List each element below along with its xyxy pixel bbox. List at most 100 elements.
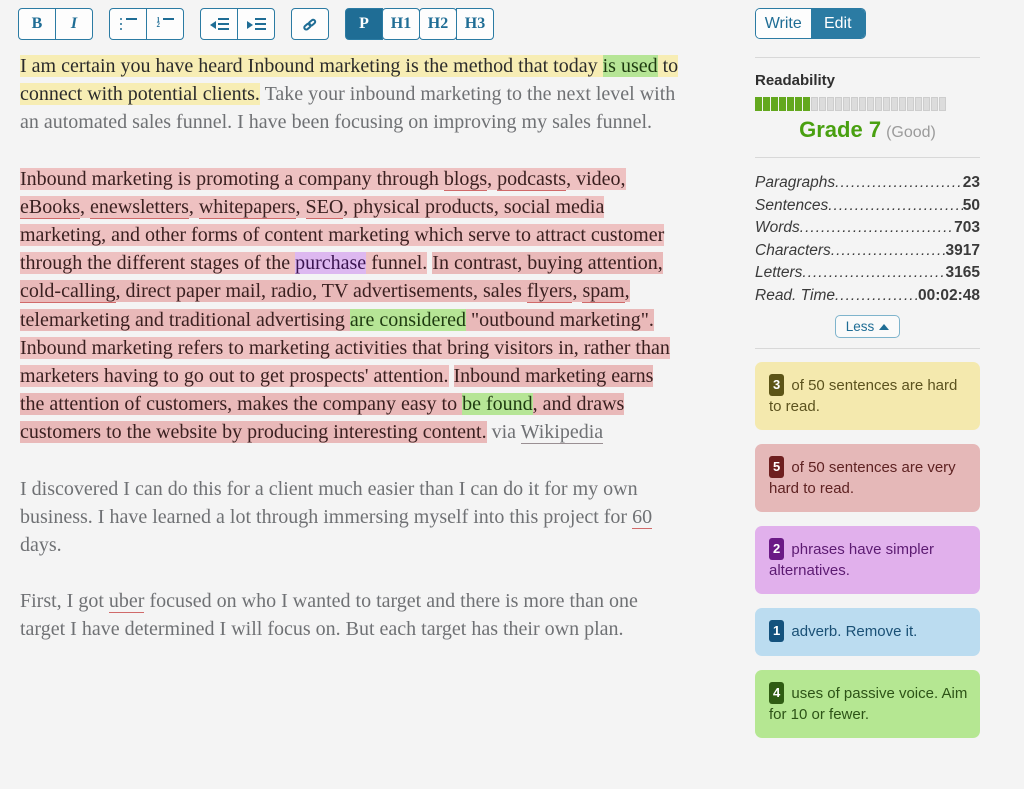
suggestion-cards: 3 of 50 sentences are hard to read. 5 of … (755, 362, 980, 738)
statistic-label: Read. Time (755, 286, 835, 304)
statistic-dots: ........................................… (835, 174, 963, 191)
bold-icon: B (31, 15, 43, 32)
readability-bar (779, 97, 786, 111)
suggestion-card-passive-voice[interactable]: 4 uses of passive voice. Aim for 10 or f… (755, 670, 980, 738)
highlighted-text-run: uber (108, 590, 145, 614)
statistic-value: 23 (962, 174, 980, 191)
statistic-value: 703 (954, 219, 980, 236)
readability-quality: (Good) (886, 124, 936, 141)
statistic-value: 50 (962, 196, 980, 214)
heading-1-button[interactable]: H1 (382, 8, 420, 40)
suggestion-card-simpler-alternatives[interactable]: 2 phrases have simpler alternatives. (755, 526, 980, 594)
paragraph-button[interactable]: P (345, 8, 383, 40)
document-paragraph: Inbound marketing is promoting a company… (20, 165, 680, 447)
less-button[interactable]: Less (834, 315, 901, 338)
divider-top (755, 57, 980, 58)
statistic-row: Paragraphs..............................… (755, 172, 980, 195)
caret-up-icon (879, 323, 890, 330)
suggestion-card-very-hard-to-read[interactable]: 5 of 50 sentences are very hard to read. (755, 444, 980, 512)
highlighted-text-run: 60 (632, 505, 653, 529)
italic-button[interactable]: I (55, 8, 93, 40)
bold-button[interactable]: B (18, 8, 56, 40)
readability-bar (867, 97, 874, 111)
text-run: I discovered I can do this for a client … (20, 477, 638, 528)
highlighted-text-run: is used (602, 55, 658, 77)
readability-bar (907, 97, 914, 111)
readability-bar (787, 97, 794, 111)
highlighted-text-run: SEO (305, 195, 344, 219)
less-button-wrap: Less (755, 315, 980, 338)
link-button[interactable] (291, 8, 329, 40)
highlighted-text-run: flyers (526, 280, 573, 304)
highlighted-text-run: , (188, 195, 199, 218)
statistic-label: Characters (755, 241, 831, 259)
paragraph-icon: P (359, 15, 369, 32)
statistic-label: Letters (755, 264, 803, 281)
bullet-list-button[interactable] (109, 8, 147, 40)
highlighted-text-run: , (80, 195, 90, 218)
highlighted-text-run: are considered (349, 308, 466, 331)
suggestion-count-badge: 5 (769, 456, 785, 478)
readability-bar (875, 97, 882, 111)
statistic-value: 00:02:48 (917, 286, 980, 304)
text-run: First, I got (20, 590, 109, 613)
text-run: days. (20, 534, 62, 557)
statistic-dots: ........................................… (802, 264, 946, 281)
statistic-label: Paragraphs (755, 174, 836, 191)
readability-bar (939, 97, 946, 111)
bullet-list-icon (119, 17, 137, 31)
highlighted-text-run: enewsletters (90, 195, 189, 219)
edit-mode-button[interactable]: Edit (810, 9, 865, 38)
readability-meter (755, 97, 980, 111)
highlighted-text-run: purchase (295, 252, 367, 275)
editor-pane: B I 12 P H1 H2 H3 I am certain you have … (0, 0, 740, 789)
suggestion-text: phrases have simpler alternatives. (769, 541, 934, 579)
highlighted-text-run: , (295, 195, 306, 218)
numbered-list-icon: 12 (157, 16, 174, 31)
readability-bar (915, 97, 922, 111)
readability-bar (923, 97, 930, 111)
document-editor[interactable]: I am certain you have heard Inbound mark… (0, 48, 740, 644)
statistic-label: Words (755, 219, 800, 236)
outdent-button[interactable] (200, 8, 238, 40)
statistic-row: Sentences...............................… (755, 195, 980, 218)
app-root: B I 12 P H1 H2 H3 I am certain you have … (0, 0, 1024, 789)
heading-3-button[interactable]: H3 (456, 8, 494, 40)
readability-grade: Grade 7 (799, 117, 882, 142)
readability-title: Readability (755, 72, 836, 89)
suggestion-card-adverbs[interactable]: 1 adverb. Remove it. (755, 608, 980, 656)
highlighted-text-run: Wikipedia (520, 421, 604, 445)
readability-bar (827, 97, 834, 111)
highlighted-text-run: , (487, 167, 498, 190)
heading-1-icon: H1 (390, 15, 412, 32)
statistics-list: Paragraphs..............................… (755, 172, 980, 307)
readability-bar (843, 97, 850, 111)
suggestion-card-hard-to-read[interactable]: 3 of 50 sentences are hard to read. (755, 362, 980, 430)
heading-2-button[interactable]: H2 (419, 8, 457, 40)
readability-bar (771, 97, 778, 111)
suggestion-text: of 50 sentences are very hard to read. (769, 459, 956, 497)
suggestion-count-badge: 1 (769, 620, 785, 642)
suggestion-count-badge: 3 (769, 374, 785, 396)
highlighted-text-run: podcasts (497, 167, 567, 191)
link-icon (299, 13, 321, 35)
highlighted-text-run: spam (582, 280, 625, 304)
highlighted-text-run: , video, (566, 167, 626, 190)
highlighted-text-run: whitepapers (198, 195, 296, 219)
highlighted-text-run: , direct paper mail, radio, TV advertise… (115, 280, 527, 303)
divider-cards (755, 348, 980, 349)
highlighted-text-run: , (572, 280, 583, 303)
numbered-list-button[interactable]: 12 (146, 8, 184, 40)
highlighted-text-run: cold-calling (20, 280, 116, 304)
outdent-icon (209, 17, 229, 31)
readability-bar (755, 97, 762, 111)
indent-icon (246, 17, 266, 31)
highlighted-text-run: I am certain you have heard Inbound mark… (20, 55, 603, 77)
statistic-label: Sentences (755, 196, 829, 214)
highlighted-text-run: Inbound marketing is promoting a company… (20, 167, 444, 190)
readability-bar (883, 97, 890, 111)
suggestion-text: of 50 sentences are hard to read. (769, 377, 958, 415)
write-mode-button[interactable]: Write (756, 9, 811, 38)
indent-button[interactable] (237, 8, 275, 40)
readability-bar (931, 97, 938, 111)
